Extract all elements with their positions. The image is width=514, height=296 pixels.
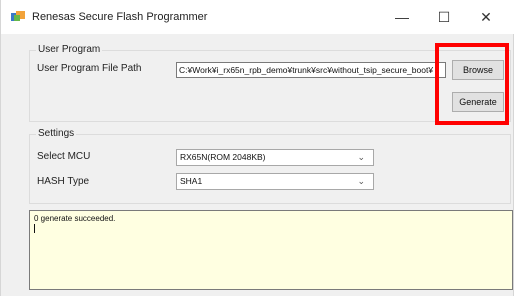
chevron-down-icon: ⌄ [357,176,365,186]
app-icon [11,11,25,21]
close-button[interactable]: ✕ [471,8,501,26]
settings-group-title: Settings [36,128,77,139]
chevron-down-icon: ⌄ [357,152,365,162]
select-mcu-label: Select MCU [37,151,91,162]
hash-type-dropdown[interactable]: SHA1 ⌄ [176,173,374,190]
output-log[interactable]: 0 generate succeeded. [29,210,513,290]
app-window: Renesas Secure Flash Programmer — ☐ ✕ Us… [0,0,514,296]
user-program-file-path-label: User Program File Path [37,63,142,74]
title-bar: Renesas Secure Flash Programmer — ☐ ✕ [1,0,514,34]
select-mcu-dropdown[interactable]: RX65N(ROM 2048KB) ⌄ [176,149,374,166]
window-title: Renesas Secure Flash Programmer [32,11,208,23]
settings-group: Settings [29,128,511,204]
hash-type-value: SHA1 [180,176,203,186]
output-log-text: 0 generate succeeded. [34,214,116,223]
user-program-group-title: User Program [36,44,103,55]
maximize-button[interactable]: ☐ [429,8,459,26]
select-mcu-value: RX65N(ROM 2048KB) [180,152,266,162]
text-caret [34,224,35,233]
highlight-annotation [435,43,509,125]
user-program-file-path-input[interactable]: C:¥Work¥i_rx65n_rpb_demo¥trunk¥src¥witho… [176,62,446,78]
hash-type-label: HASH Type [37,176,90,187]
minimize-button[interactable]: — [387,8,417,26]
